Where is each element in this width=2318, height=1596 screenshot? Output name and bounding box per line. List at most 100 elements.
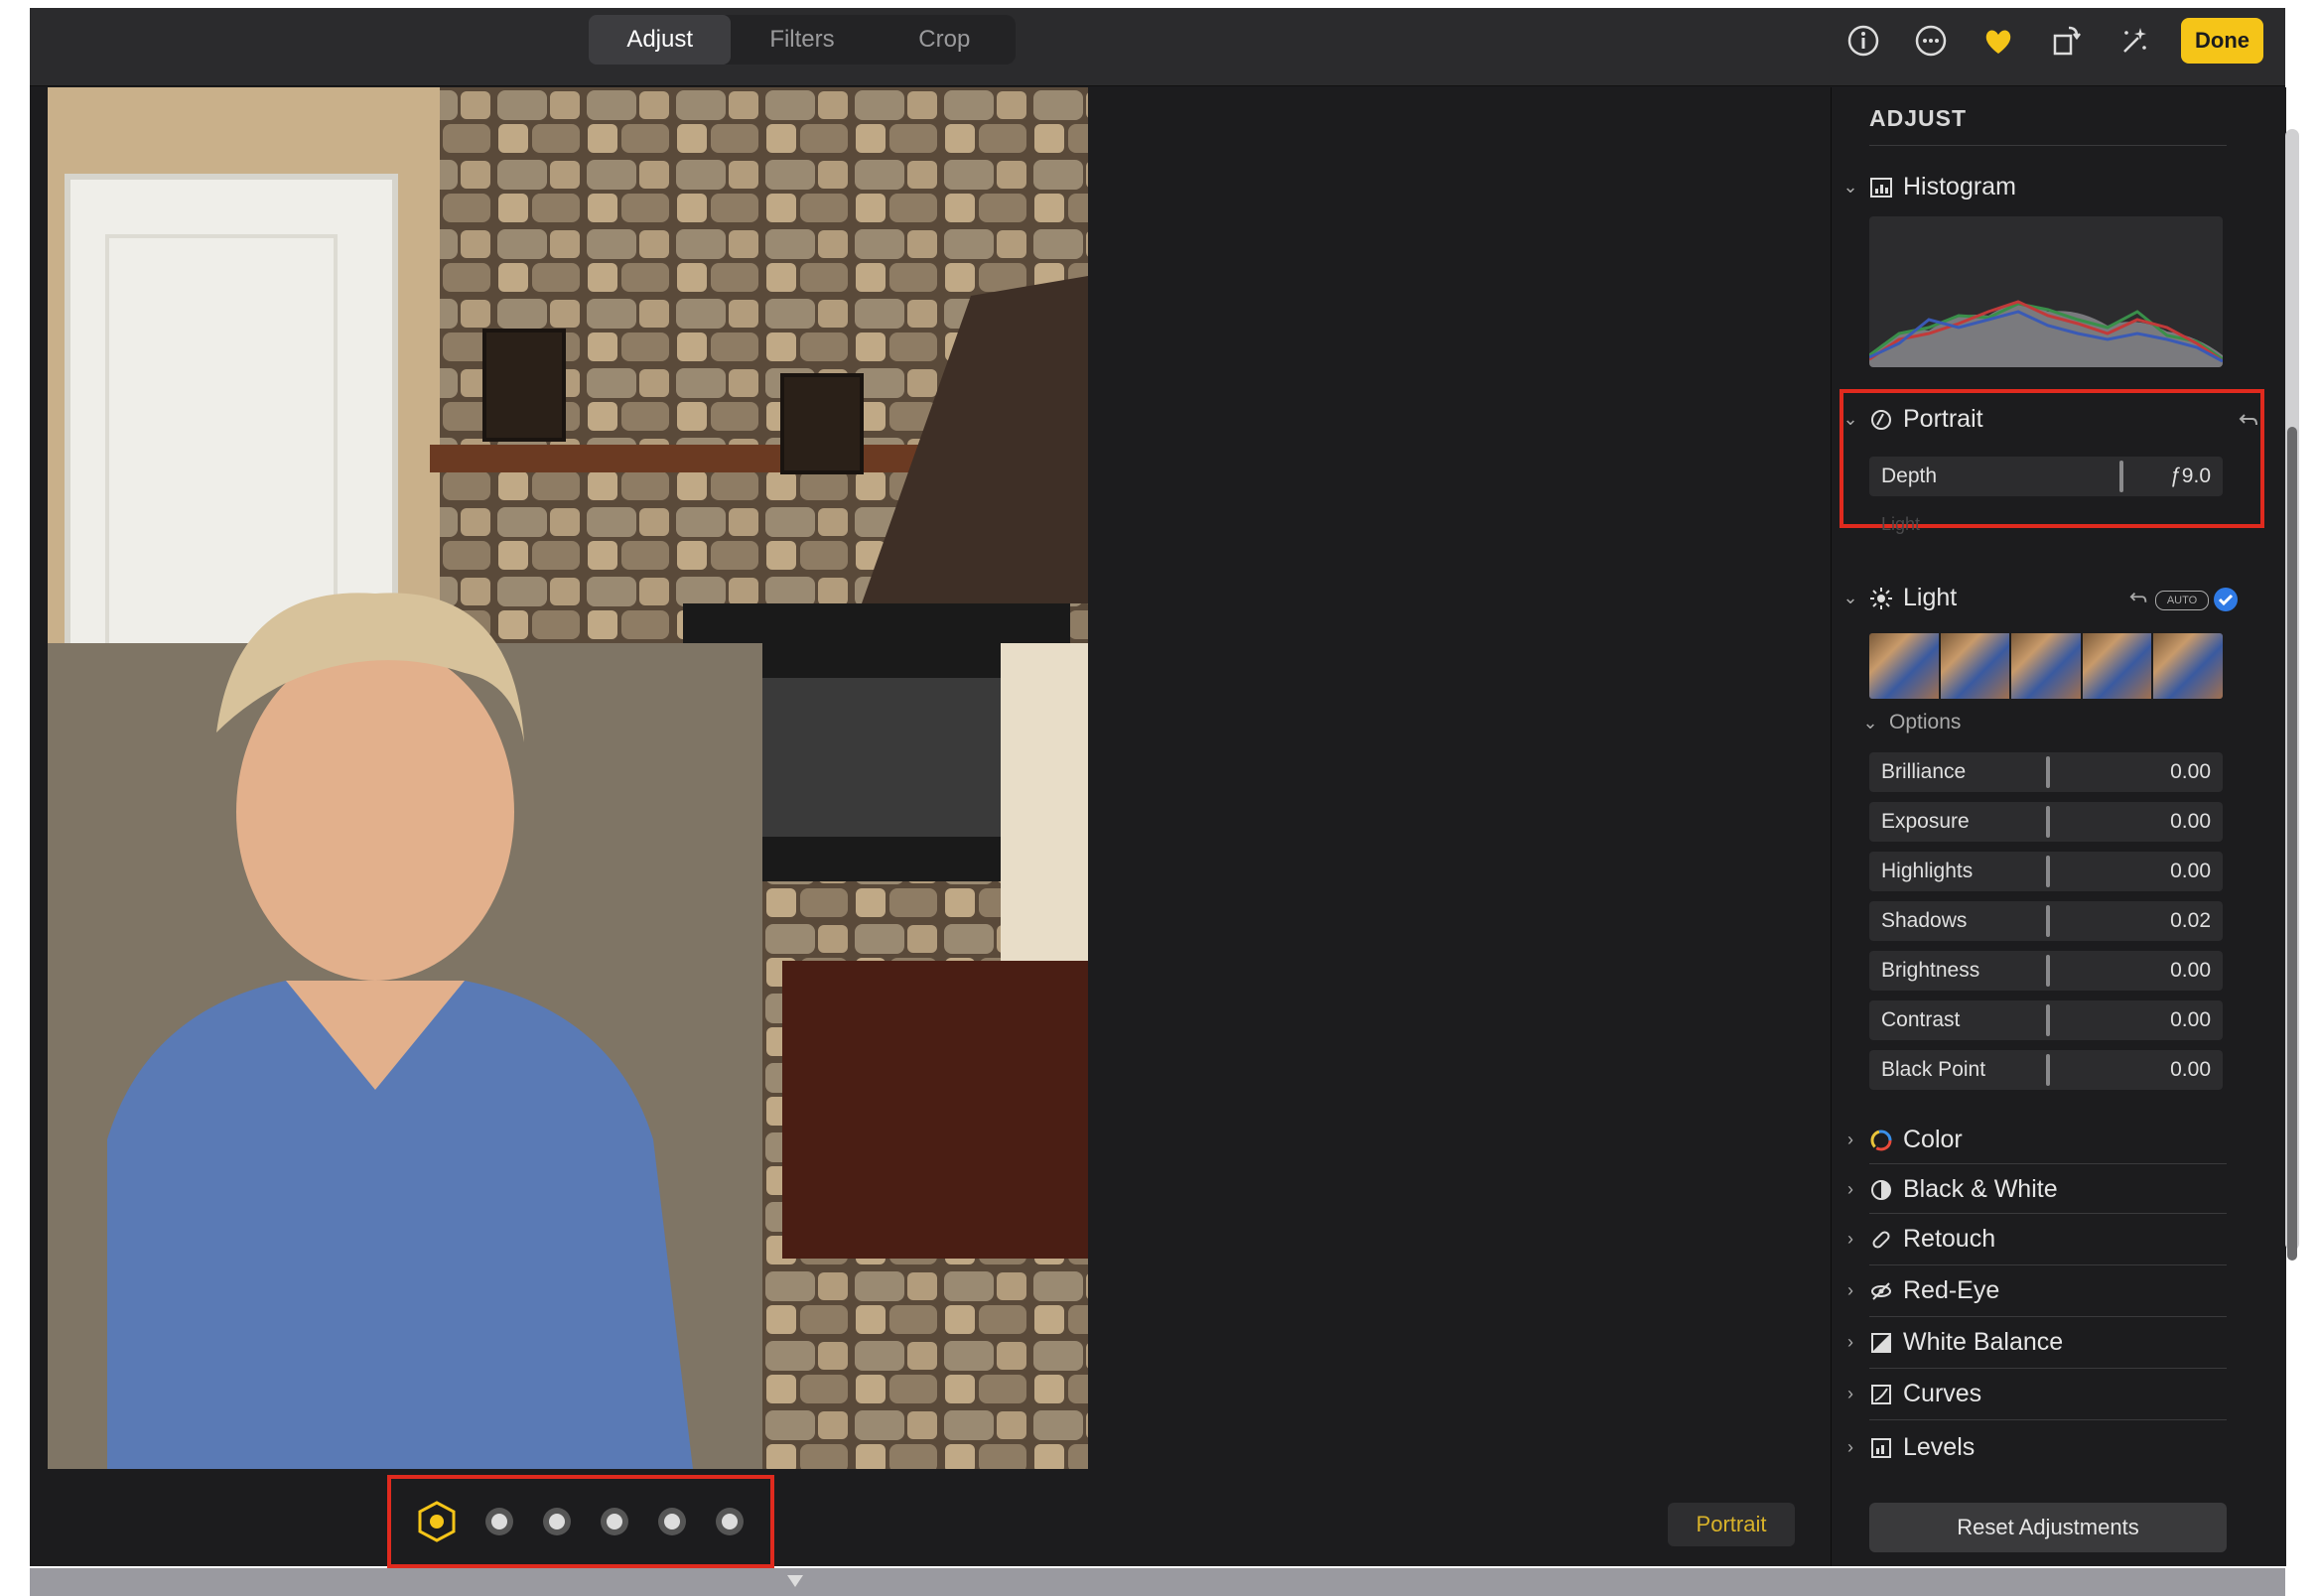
auto-button[interactable]: AUTO [2155,591,2209,610]
tab-adjust[interactable]: Adjust [589,15,732,65]
slider-knob[interactable] [2046,856,2050,887]
chevron-down-icon: ⌄ [1842,409,1858,429]
divider [1869,1419,2227,1420]
slider-label: Brightness [1881,959,1980,982]
portrait-header[interactable]: ⌄ Portrait [1841,405,1983,434]
light-presets-filmstrip[interactable] [1869,633,2223,699]
slider-knob[interactable] [2046,756,2050,788]
revert-icon[interactable] [2129,590,2149,609]
section-red-eye[interactable]: › Red-Eye [1841,1276,1999,1305]
done-button[interactable]: Done [2181,18,2263,64]
light-dot-icon[interactable] [481,1504,517,1539]
section-curves[interactable]: › Curves [1841,1380,1981,1408]
portrait-label: Portrait [1903,405,1983,433]
chevron-right-icon: › [1847,1179,1853,1199]
divider [1869,1316,2227,1317]
triangle-down-icon [787,1575,803,1587]
chevron-right-icon: › [1847,1130,1853,1149]
section-label: White Balance [1903,1328,2064,1356]
slider-knob[interactable] [2046,1054,2050,1086]
slider-value: 0.00 [2170,1058,2211,1081]
divider [1869,1368,2227,1369]
sidebar-scrollbar[interactable] [2285,129,2299,1261]
section-label: Red-Eye [1903,1276,2000,1304]
slider-value: 0.00 [2170,810,2211,833]
aperture-icon [1871,409,1891,430]
slider-brilliance[interactable]: Brilliance 0.00 [1869,752,2223,792]
light-dot-icon[interactable] [712,1504,748,1539]
slider-label: Black Point [1881,1058,1986,1081]
sidebar-title: ADJUST [1869,105,1968,131]
slider-knob[interactable] [2119,461,2123,492]
portrait-toggle-button[interactable]: Portrait [1668,1503,1795,1546]
chevron-down-icon: ⌄ [1862,712,1878,732]
bottom-bar [30,1568,2285,1596]
light-dot-icon[interactable] [654,1504,690,1539]
chevron-right-icon: › [1847,1384,1853,1403]
more-icon[interactable] [1911,21,1951,61]
chevron-right-icon: › [1847,1280,1853,1300]
levels-icon [1871,1437,1891,1458]
preset-thumb[interactable] [1869,633,1939,699]
depth-value: ƒ9.0 [2170,465,2211,487]
chevron-right-icon: › [1847,1332,1853,1352]
revert-icon[interactable] [2239,411,2260,433]
preset-thumb[interactable] [2011,633,2081,699]
info-icon[interactable] [1843,21,1883,61]
section-label: Curves [1903,1380,1982,1407]
section-label: Retouch [1903,1225,1996,1253]
sun-icon [1870,587,1892,609]
portrait-light-label: Light [1881,514,1921,534]
section-white-balance[interactable]: › White Balance [1841,1328,2063,1357]
section-label: Color [1903,1126,1963,1153]
section-label: Levels [1903,1433,1976,1461]
divider [1869,1264,2227,1265]
section-label: Black & White [1903,1175,2058,1203]
slider-exposure[interactable]: Exposure 0.00 [1869,802,2223,842]
depth-label: Depth [1881,465,1938,487]
slider-label: Contrast [1881,1008,1961,1031]
toolbar-actions: Done [1843,18,2263,64]
rotate-icon[interactable] [2046,21,2086,61]
slider-knob[interactable] [2046,806,2050,838]
light-dot-icon[interactable] [539,1504,575,1539]
slider-knob[interactable] [2046,1004,2050,1036]
slider-knob[interactable] [2046,955,2050,987]
tab-crop[interactable]: Crop [874,15,1016,65]
chevron-right-icon: › [1847,1229,1853,1249]
section-color[interactable]: › Color [1841,1126,1963,1154]
slider-shadows[interactable]: Shadows 0.02 [1869,901,2223,941]
toolbar: Adjust Filters Crop Done [30,8,2285,86]
section-black-white[interactable]: › Black & White [1841,1175,2058,1204]
options-toggle[interactable]: ⌄ Options [1861,711,1961,734]
preset-thumb[interactable] [2082,633,2152,699]
heart-icon[interactable] [1978,21,2018,61]
slider-value: 0.00 [2170,959,2211,982]
depth-slider[interactable]: Depth ƒ9.0 [1869,457,2223,496]
red-eye-icon [1871,1281,1891,1300]
slider-black-point[interactable]: Black Point 0.00 [1869,1050,2223,1090]
section-retouch[interactable]: › Retouch [1841,1225,1995,1254]
tab-filters[interactable]: Filters [731,15,873,65]
slider-knob[interactable] [2046,905,2050,937]
light-dot-icon[interactable] [597,1504,632,1539]
light-header[interactable]: ⌄ Light [1841,584,1957,612]
bandage-icon [1872,1230,1890,1249]
slider-brightness[interactable]: Brightness 0.00 [1869,951,2223,991]
photos-edit-window: Adjust Filters Crop Done Portrait ADJUST… [30,8,2286,1596]
reset-adjustments-button[interactable]: Reset Adjustments [1869,1503,2227,1552]
chevron-right-icon: › [1847,1437,1853,1457]
studio-light-cube-icon[interactable] [414,1499,460,1544]
light-label: Light [1903,584,1958,611]
preset-thumb[interactable] [2153,633,2223,699]
checkmark-icon[interactable] [2213,587,2239,612]
histogram-header[interactable]: ⌄ Histogram [1841,173,2015,201]
portrait-lighting-selector [387,1475,774,1568]
slider-value: 0.00 [2170,860,2211,882]
slider-highlights[interactable]: Highlights 0.00 [1869,852,2223,891]
slider-contrast[interactable]: Contrast 0.00 [1869,1000,2223,1040]
section-levels[interactable]: › Levels [1841,1433,1975,1462]
preset-thumb[interactable] [1940,633,2010,699]
divider [1869,1163,2227,1164]
magic-wand-icon[interactable] [2113,21,2153,61]
